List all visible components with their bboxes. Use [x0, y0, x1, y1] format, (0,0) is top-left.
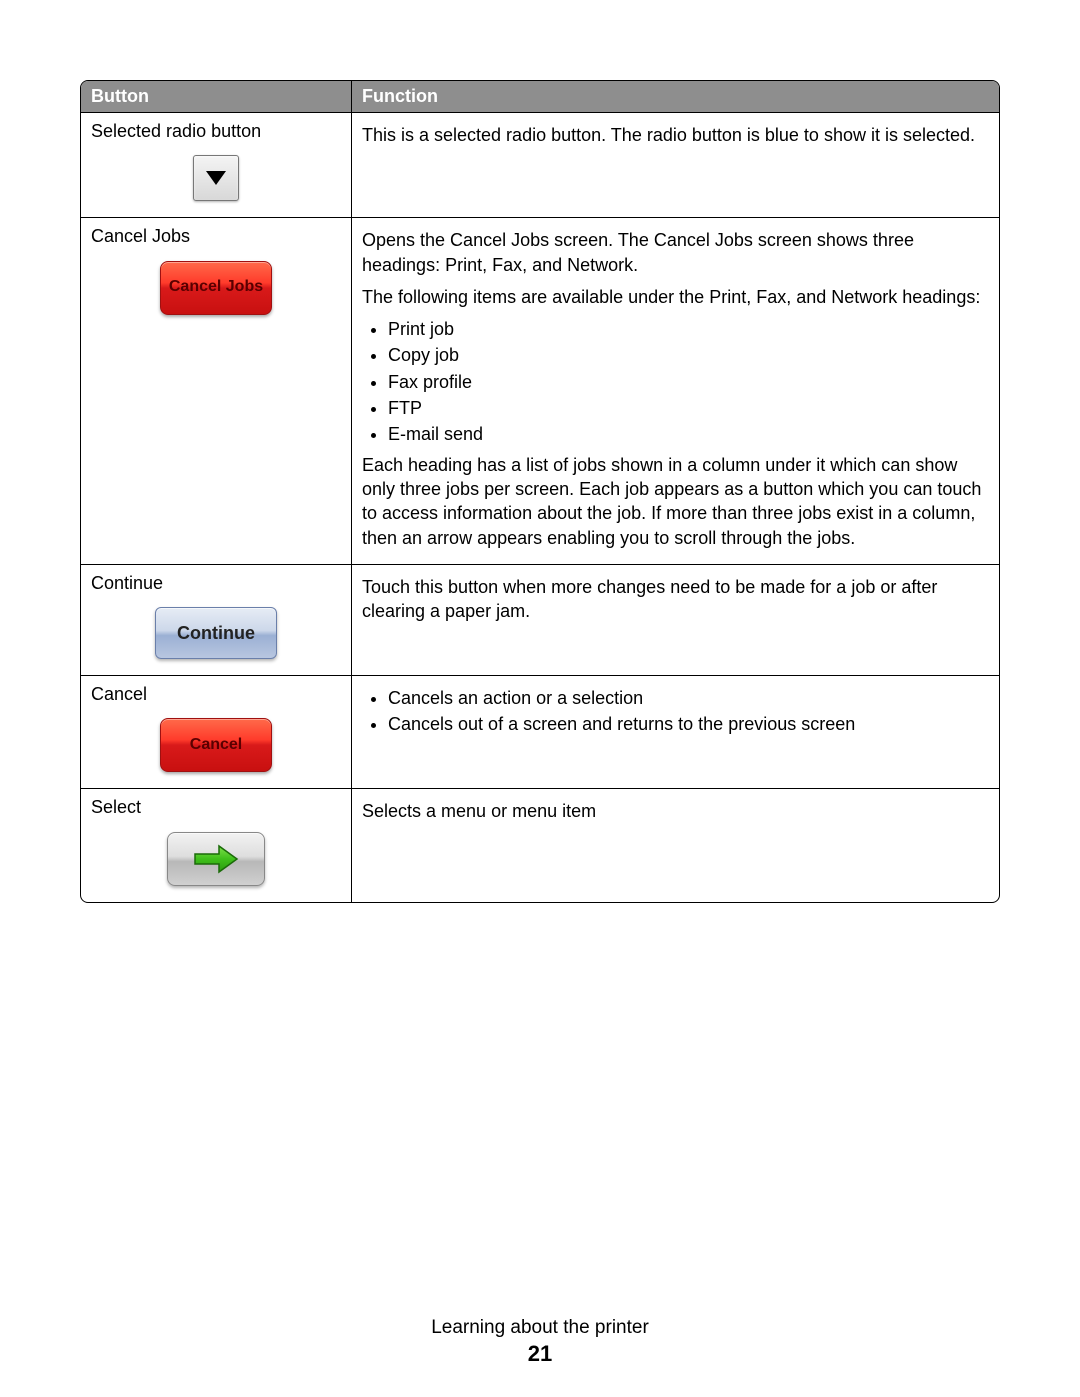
cell-function: Selects a menu or menu item	[352, 789, 999, 901]
cell-button: Selected radio button	[81, 113, 352, 218]
cell-button: Cancel Cancel	[81, 676, 352, 789]
cell-function: This is a selected radio button. The rad…	[352, 113, 999, 218]
cancel-button-icon: Cancel	[160, 718, 272, 772]
list-item: E-mail send	[388, 422, 989, 446]
row-cancel-jobs: Cancel Jobs Cancel Jobs Opens the Cancel…	[81, 218, 999, 565]
para-3: Each heading has a list of jobs shown in…	[362, 453, 989, 550]
page-footer: Learning about the printer 21	[0, 1317, 1080, 1367]
desc-text: This is a selected radio button. The rad…	[362, 123, 989, 147]
arrow-right-icon	[193, 844, 239, 874]
buttons-table: Button Function Selected radio button Th…	[80, 80, 1000, 903]
cell-button: Cancel Jobs Cancel Jobs	[81, 218, 352, 565]
page-number: 21	[0, 1341, 1080, 1367]
cancel-list: Cancels an action or a selection Cancels…	[362, 686, 989, 737]
cell-function: Cancels an action or a selection Cancels…	[352, 676, 999, 789]
list-item: Cancels out of a screen and returns to t…	[388, 712, 989, 736]
list-item: Cancels an action or a selection	[388, 686, 989, 710]
jobs-list: Print job Copy job Fax profile FTP E-mai…	[362, 317, 989, 446]
btn-label: Continue	[91, 571, 341, 595]
select-button-icon	[167, 832, 265, 886]
header-button: Button	[81, 81, 352, 113]
list-item: Print job	[388, 317, 989, 341]
desc-text: Selects a menu or menu item	[362, 799, 989, 823]
desc-text: Touch this button when more changes need…	[362, 575, 989, 624]
btn-label: Cancel	[91, 682, 341, 706]
cell-button: Continue Continue	[81, 565, 352, 676]
btn-label: Cancel Jobs	[91, 224, 341, 248]
btn-label: Selected radio button	[91, 119, 341, 143]
row-select: Select	[81, 789, 999, 901]
row-cancel: Cancel Cancel Cancels an action or a sel…	[81, 676, 999, 789]
row-selected-radio: Selected radio button This is a selected…	[81, 113, 999, 218]
dropdown-icon	[193, 155, 239, 201]
cancel-jobs-button-icon: Cancel Jobs	[160, 261, 272, 315]
cell-function: Opens the Cancel Jobs screen. The Cancel…	[352, 218, 999, 565]
list-item: Copy job	[388, 343, 989, 367]
cell-function: Touch this button when more changes need…	[352, 565, 999, 676]
btn-label: Select	[91, 795, 341, 819]
para-1: Opens the Cancel Jobs screen. The Cancel…	[362, 228, 989, 277]
para-2: The following items are available under …	[362, 285, 989, 309]
section-title: Learning about the printer	[0, 1317, 1080, 1339]
row-continue: Continue Continue Touch this button when…	[81, 565, 999, 676]
triangle-down-icon	[206, 171, 226, 185]
header-function: Function	[352, 81, 999, 113]
cell-button: Select	[81, 789, 352, 901]
continue-button-icon: Continue	[155, 607, 277, 659]
list-item: Fax profile	[388, 370, 989, 394]
list-item: FTP	[388, 396, 989, 420]
